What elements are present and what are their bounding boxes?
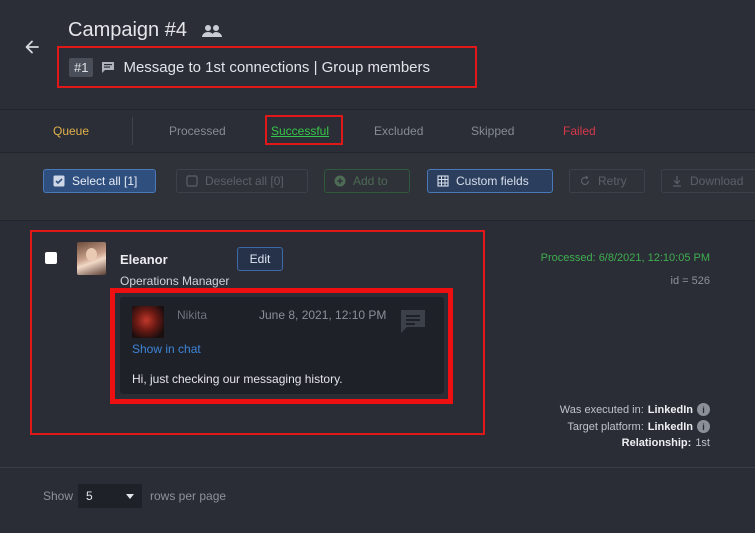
rows-per-page-value: 5 xyxy=(86,489,93,503)
deselect-all-label: Deselect all [0] xyxy=(205,174,284,188)
info-icon[interactable]: i xyxy=(697,420,710,433)
status-tabs: Queue Processed Successful Excluded Skip… xyxy=(0,111,755,153)
chevron-down-icon xyxy=(126,493,134,499)
show-in-chat-link[interactable]: Show in chat xyxy=(132,342,201,356)
executed-in-value: LinkedIn xyxy=(647,403,693,416)
target-platform-label: Target platform: xyxy=(567,420,644,433)
page-title: Campaign #4 xyxy=(68,19,187,41)
tab-failed[interactable]: Failed xyxy=(563,124,596,138)
campaign-step: #1 Message to 1st connections | Group me… xyxy=(57,46,477,88)
record-id: id = 526 xyxy=(670,275,710,287)
download-label: Download xyxy=(690,174,744,188)
step-number-badge: #1 xyxy=(69,57,94,77)
message-card: Nikita June 8, 2021, 12:10 PM Show in ch… xyxy=(120,297,444,394)
campaign-header: Campaign #4 #1 Message to 1st connection… xyxy=(0,0,755,110)
info-icon[interactable]: i xyxy=(697,403,710,416)
row-checkbox[interactable] xyxy=(45,252,57,264)
message-icon xyxy=(101,61,115,74)
rows-per-page-label: rows per page xyxy=(150,489,227,503)
show-label: Show xyxy=(43,489,74,503)
message-text: Hi, just checking our messaging history. xyxy=(132,372,343,386)
contact-role: Operations Manager xyxy=(120,274,230,288)
results-list: Eleanor Operations Manager Edit Nikita J… xyxy=(0,222,755,468)
download-icon xyxy=(673,176,681,187)
message-date: June 8, 2021, 12:10 PM xyxy=(259,308,387,322)
tab-processed[interactable]: Processed xyxy=(169,124,226,138)
chat-bubble-icon xyxy=(398,307,428,335)
select-all-label: Select all [1] xyxy=(72,174,138,188)
rows-per-page-select[interactable]: 5 xyxy=(78,484,142,508)
tab-queue[interactable]: Queue xyxy=(53,124,89,138)
select-all-button[interactable]: Select all [1] xyxy=(43,169,156,193)
retry-button[interactable]: Retry xyxy=(569,169,645,193)
plus-circle-icon xyxy=(334,175,346,187)
retry-icon xyxy=(580,175,590,186)
executed-in-row: Was executed in: LinkedIn i xyxy=(560,403,710,416)
custom-fields-label: Custom fields xyxy=(456,174,529,188)
checkbox-empty-icon xyxy=(186,175,198,187)
processed-timestamp: Processed: 6/8/2021, 12:10:05 PM xyxy=(540,252,710,264)
retry-label: Retry xyxy=(598,174,627,188)
action-toolbar: Select all [1] Deselect all [0] Add to C… xyxy=(0,153,755,221)
tab-skipped[interactable]: Skipped xyxy=(471,124,514,138)
tab-excluded[interactable]: Excluded xyxy=(374,124,423,138)
message-author: Nikita xyxy=(177,308,208,322)
tab-successful[interactable]: Successful xyxy=(271,124,329,138)
deselect-all-button[interactable]: Deselect all [0] xyxy=(176,169,308,193)
table-grid-icon xyxy=(437,175,449,187)
target-platform-row: Target platform: LinkedIn i xyxy=(567,420,710,433)
checkbox-checked-icon xyxy=(53,175,65,187)
target-platform-value: LinkedIn xyxy=(647,420,693,433)
contact-name[interactable]: Eleanor xyxy=(120,252,168,267)
pagination-footer: Show 5 rows per page xyxy=(0,469,755,533)
avatar xyxy=(77,242,106,275)
title-row: Campaign #4 xyxy=(68,19,223,42)
tab-divider xyxy=(132,117,133,145)
relationship-row: Relationship: 1st xyxy=(622,437,710,449)
group-icon xyxy=(201,24,223,38)
back-arrow-icon[interactable] xyxy=(22,37,42,57)
edit-button[interactable]: Edit xyxy=(237,247,283,271)
download-button[interactable]: Download xyxy=(661,169,755,193)
sender-avatar xyxy=(132,306,164,338)
relationship-label: Relationship: xyxy=(621,437,692,449)
step-label: Message to 1st connections | Group membe… xyxy=(123,58,431,76)
custom-fields-button[interactable]: Custom fields xyxy=(427,169,553,193)
add-to-button[interactable]: Add to xyxy=(324,169,410,193)
relationship-value: 1st xyxy=(695,437,710,449)
add-to-label: Add to xyxy=(353,174,388,188)
executed-in-label: Was executed in: xyxy=(559,403,644,416)
